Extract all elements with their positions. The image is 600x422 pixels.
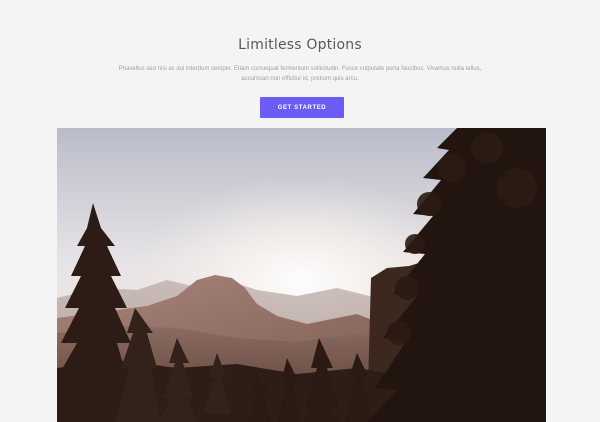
hero-image	[57, 128, 546, 422]
section-title: Limitless Options	[238, 37, 362, 53]
page: Limitless Options Phasellus sed nisi ac …	[0, 0, 600, 422]
landscape-illustration	[57, 128, 546, 422]
get-started-button[interactable]: GET STARTED	[260, 97, 344, 118]
section-description: Phasellus sed nisi ac dui interdum sempe…	[118, 66, 482, 82]
